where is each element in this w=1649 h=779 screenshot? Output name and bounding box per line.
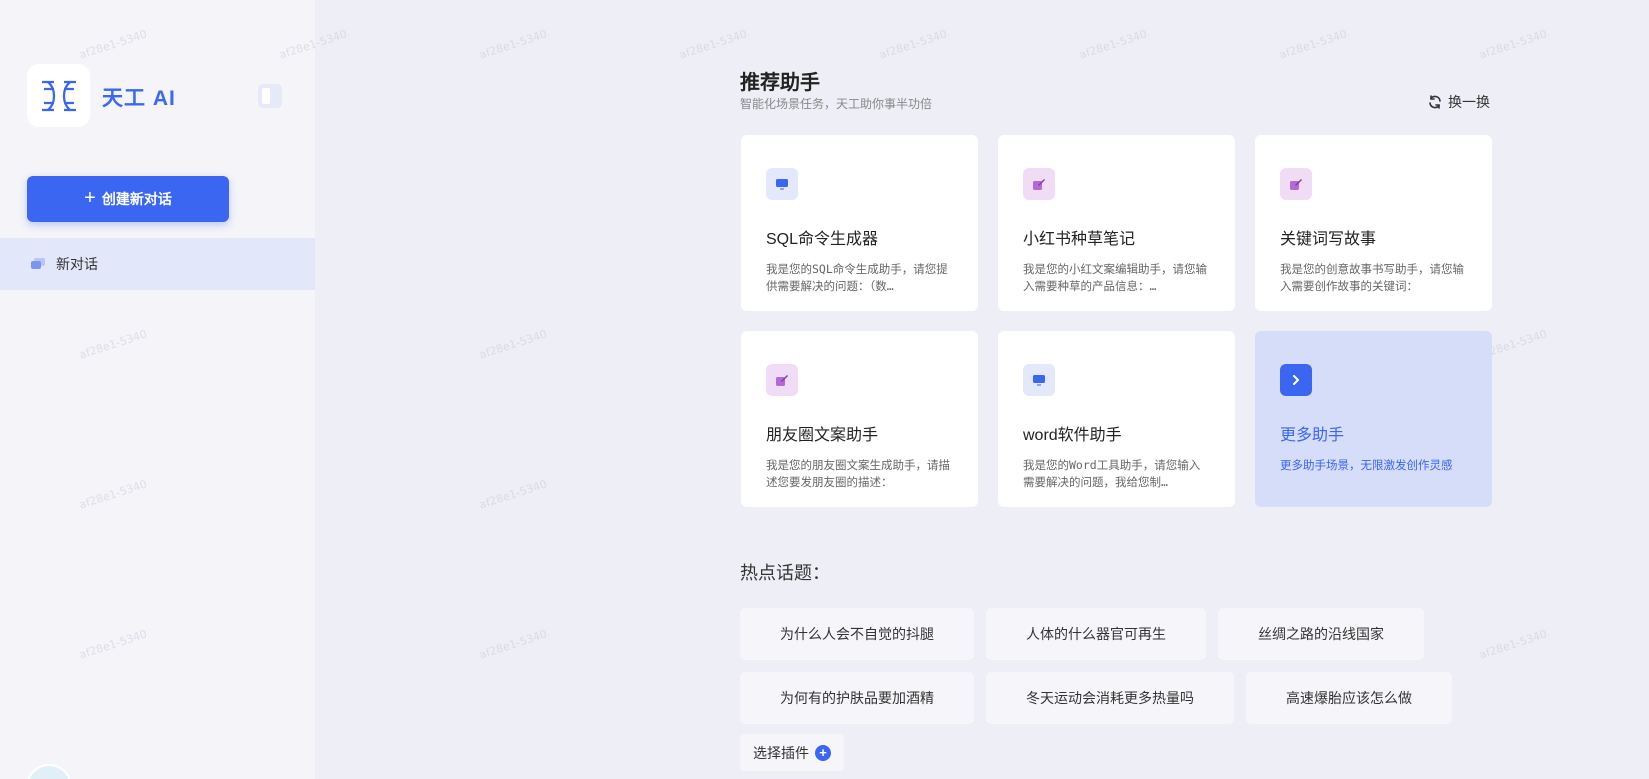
new-chat-label: 创建新对话 bbox=[101, 191, 172, 207]
card-title: 朋友圈文案助手 bbox=[766, 427, 879, 444]
hot-topics-title: 热点话题： bbox=[740, 563, 830, 583]
card-description: 我是您的小红文案编辑助手，请您输入需要种草的产品信息：… bbox=[1023, 262, 1207, 293]
assistant-card-moments[interactable]: 朋友圈文案助手 我是您的朋友圈文案生成助手，请描述您要发朋友圈的描述： bbox=[741, 331, 978, 507]
hot-topic-item[interactable]: 丝绸之路的沿线国家 bbox=[1218, 608, 1424, 660]
hot-topic-item[interactable]: 人体的什么器官可再生 bbox=[986, 608, 1206, 660]
refresh-label: 换一换 bbox=[1448, 94, 1490, 110]
refresh-button[interactable]: 换一换 bbox=[1428, 92, 1490, 112]
watermark: af28e1-5340 bbox=[477, 327, 549, 362]
plus-circle-icon: + bbox=[815, 744, 831, 761]
assistant-card-word[interactable]: word软件助手 我是您的Word工具助手，请您输入需要解决的问题，我给您制… bbox=[998, 331, 1235, 507]
app-name: 天工 AI bbox=[102, 87, 176, 110]
chat-bubble-icon bbox=[31, 258, 45, 269]
plus-icon: + bbox=[84, 187, 96, 209]
card-title: word软件助手 bbox=[1023, 427, 1122, 444]
app-logo bbox=[27, 64, 90, 127]
pen-icon bbox=[1280, 168, 1312, 200]
watermark: af28e1-5340 bbox=[877, 27, 949, 62]
sidebar-toggle-button[interactable] bbox=[258, 84, 282, 108]
watermark: af28e1-5340 bbox=[1477, 627, 1549, 662]
assistant-card-xiaohongshu[interactable]: 小红书种草笔记 我是您的小红文案编辑助手，请您输入需要种草的产品信息：… bbox=[998, 135, 1235, 311]
monitor-icon bbox=[1023, 364, 1055, 396]
hot-topic-item[interactable]: 为什么人会不自觉的抖腿 bbox=[740, 608, 974, 660]
conversation-item[interactable]: 新对话 bbox=[0, 238, 315, 290]
tiangong-logo-icon bbox=[41, 80, 76, 111]
assistant-card-sql[interactable]: SQL命令生成器 我是您的SQL命令生成助手，请您提供需要解决的问题：（数… bbox=[741, 135, 978, 311]
watermark: af28e1-5340 bbox=[477, 627, 549, 662]
card-title: 关键词写故事 bbox=[1280, 231, 1377, 248]
watermark: af28e1-5340 bbox=[1277, 27, 1349, 62]
card-description: 我是您的SQL命令生成助手，请您提供需要解决的问题：（数… bbox=[766, 262, 948, 293]
section-subtitle: 智能化场景任务，天工助你事半功倍 bbox=[740, 97, 933, 111]
card-title: SQL命令生成器 bbox=[766, 231, 879, 248]
watermark: af28e1-5340 bbox=[1477, 27, 1549, 62]
section-title: 推荐助手 bbox=[740, 72, 820, 94]
watermark: af28e1-5340 bbox=[477, 27, 549, 62]
select-plugin-label: 选择插件 bbox=[753, 744, 809, 761]
watermark: af28e1-5340 bbox=[1077, 27, 1149, 62]
pen-icon bbox=[1023, 168, 1055, 200]
pen-icon bbox=[766, 364, 798, 396]
watermark: af28e1-5340 bbox=[477, 477, 549, 512]
new-chat-button[interactable]: + 创建新对话 bbox=[27, 176, 229, 222]
hot-topic-item[interactable]: 为何有的护肤品要加酒精 bbox=[740, 672, 974, 724]
sidebar-toggle-icon bbox=[262, 88, 270, 104]
avatar[interactable] bbox=[26, 764, 72, 779]
chevron-right-icon bbox=[1280, 364, 1312, 396]
conversation-label: 新对话 bbox=[56, 256, 98, 272]
select-plugin-button[interactable]: 选择插件 + bbox=[740, 734, 844, 771]
watermark: af28e1-5340 bbox=[677, 27, 749, 62]
more-assistants-card[interactable]: 更多助手 更多助手场景，无限激发创作灵感 bbox=[1255, 331, 1492, 507]
hot-topic-item[interactable]: 高速爆胎应该怎么做 bbox=[1246, 672, 1452, 724]
card-description: 我是您的Word工具助手，请您输入需要解决的问题，我给您制… bbox=[1023, 458, 1201, 489]
card-title: 小红书种草笔记 bbox=[1023, 231, 1136, 248]
card-description: 更多助手场景，无限激发创作灵感 bbox=[1280, 458, 1453, 472]
monitor-icon bbox=[766, 168, 798, 200]
card-description: 我是您的朋友圈文案生成助手，请描述您要发朋友圈的描述： bbox=[766, 458, 950, 489]
assistant-card-story[interactable]: 关键词写故事 我是您的创意故事书写助手，请您输入需要创作故事的关键词： bbox=[1255, 135, 1492, 311]
sidebar: 天工 AI + 创建新对话 新对话 bbox=[0, 0, 315, 779]
hot-topic-item[interactable]: 冬天运动会消耗更多热量吗 bbox=[986, 672, 1234, 724]
card-title: 更多助手 bbox=[1280, 427, 1345, 444]
refresh-icon bbox=[1429, 95, 1441, 109]
card-description: 我是您的创意故事书写助手，请您输入需要创作故事的关键词： bbox=[1280, 262, 1464, 293]
